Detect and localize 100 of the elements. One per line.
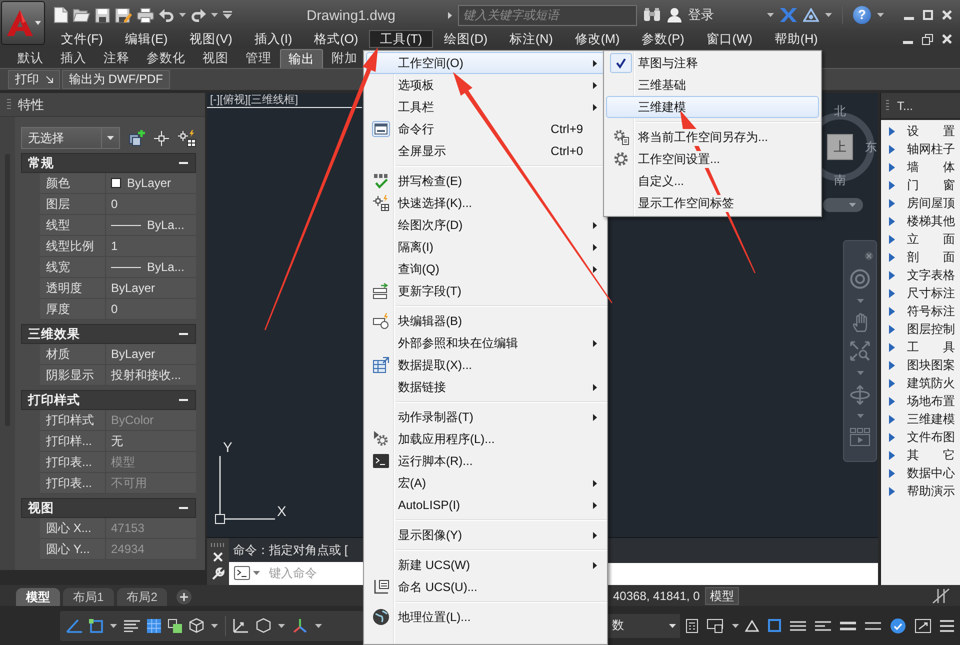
menu-item[interactable]: 三维建模	[606, 96, 819, 118]
steering-wheel-icon[interactable]	[850, 269, 870, 290]
caret-icon[interactable]	[179, 13, 186, 17]
units-dropdown[interactable]: 数	[608, 614, 680, 638]
calculator-icon[interactable]	[686, 618, 698, 632]
ribbon-tab[interactable]: 插入	[60, 49, 86, 68]
menu-item[interactable]: 将当前工作空间另存为...	[606, 126, 819, 148]
ribbon-tab[interactable]: 参数化	[146, 49, 186, 68]
menu-item[interactable]: 查询(Q)	[366, 258, 605, 280]
menu-item[interactable]: 工作空间(O)	[366, 52, 605, 74]
triangle-icon[interactable]	[745, 620, 759, 632]
section-header[interactable]: 打印样式	[21, 390, 196, 410]
undo-icon[interactable]	[159, 8, 174, 22]
menu-item[interactable]: 自定义...	[606, 170, 819, 192]
menu-item[interactable]: 更新字段(T)	[366, 280, 605, 302]
lines-icon[interactable]	[840, 620, 856, 630]
menu-item[interactable]: 隔离(I)	[366, 236, 605, 258]
menu-icon[interactable]	[940, 620, 954, 632]
application-menu-button[interactable]	[1, 1, 45, 45]
tool-category[interactable]: 场地布置	[881, 392, 960, 410]
user-icon[interactable]	[667, 7, 682, 23]
cube-outline-icon[interactable]	[256, 618, 271, 633]
tool-category[interactable]: 剖 面	[881, 248, 960, 266]
tool-category[interactable]: 房间屋顶	[881, 194, 960, 212]
tool-category[interactable]: 三维建模	[881, 410, 960, 428]
selection-dropdown[interactable]: 无选择	[21, 127, 120, 149]
menu-item[interactable]: 文件(F)	[50, 30, 114, 48]
menu-item[interactable]: 外部参照和块在位编辑	[366, 332, 605, 354]
redo-icon[interactable]	[191, 8, 206, 22]
ribbon-tab[interactable]: 视图	[202, 49, 228, 68]
menu-item[interactable]: 绘图(D)	[433, 30, 499, 48]
save-as-icon[interactable]	[115, 8, 132, 22]
tool-category[interactable]: 轴网柱子	[881, 140, 960, 158]
square-icon[interactable]	[768, 619, 781, 632]
check-circle-icon[interactable]	[890, 618, 906, 634]
maximize-icon[interactable]	[923, 10, 933, 20]
add-selection-icon[interactable]	[129, 130, 145, 146]
layout-tab[interactable]: 布局2	[116, 588, 168, 606]
menu-item[interactable]: AutoLISP(I)	[366, 494, 605, 516]
play-screen-icon[interactable]	[850, 428, 870, 446]
hand-icon[interactable]	[852, 312, 868, 332]
menu-item[interactable]: 块编辑器(B)	[366, 310, 605, 332]
menu-item[interactable]: 地理位置(L)...	[366, 606, 605, 628]
gizmo-icon[interactable]	[292, 618, 308, 634]
menu-item[interactable]: 命令行 Ctrl+9	[366, 118, 605, 140]
open-folder-icon[interactable]	[73, 8, 90, 22]
section-header[interactable]: 三维效果	[21, 324, 196, 344]
sign-in-link[interactable]: 登录	[688, 6, 714, 24]
menu-item[interactable]: 数据提取(X)...	[366, 354, 605, 376]
restore-icon[interactable]	[922, 34, 933, 44]
stacked-squares-icon[interactable]	[168, 618, 182, 632]
layout-tab[interactable]: 模型	[16, 588, 60, 606]
lines-icon[interactable]	[790, 620, 806, 630]
tool-category[interactable]: 建筑防火	[881, 374, 960, 392]
menu-item[interactable]: 窗口(W)	[695, 30, 764, 48]
wrench-icon[interactable]	[212, 567, 224, 580]
ribbon-tab[interactable]: 注释	[104, 49, 130, 68]
caret-icon[interactable]	[110, 624, 117, 628]
triangle-icon[interactable]	[803, 8, 819, 22]
menu-item[interactable]: 显示工作空间标签	[606, 192, 819, 214]
tool-category[interactable]: 数据中心	[881, 464, 960, 482]
tool-category[interactable]: 楼梯其他	[881, 212, 960, 230]
tool-category[interactable]: 符号标注	[881, 302, 960, 320]
menu-item[interactable]: 三维基础	[606, 74, 819, 96]
caret-icon[interactable]	[732, 624, 739, 628]
cube-icon[interactable]	[189, 618, 204, 633]
angle-icon[interactable]	[66, 618, 82, 632]
grid-icon[interactable]	[147, 618, 161, 632]
binoculars-icon[interactable]	[643, 8, 661, 22]
save-icon[interactable]	[95, 8, 110, 22]
compass-label[interactable]: 北	[834, 105, 846, 117]
tool-category[interactable]: 设 置	[881, 122, 960, 140]
menu-item[interactable]: 显示图像(Y)	[366, 524, 605, 546]
menu-item[interactable]: 绘图次序(D)	[366, 214, 605, 236]
ucs-dropdown[interactable]	[823, 198, 863, 212]
menu-item[interactable]: 参数(P)	[630, 30, 696, 48]
printer-icon[interactable]	[137, 8, 154, 22]
double-line-icon[interactable]	[865, 622, 881, 630]
orbit-icon[interactable]	[850, 384, 870, 405]
angle-arrow-icon[interactable]	[233, 618, 249, 633]
caret-icon[interactable]	[315, 624, 322, 628]
menu-item[interactable]: 拼写检查(E)	[366, 170, 605, 192]
customize-menu-icon[interactable]	[223, 11, 232, 19]
menu-item[interactable]: 动作录制器(T)	[366, 406, 605, 428]
menu-item[interactable]: 工作空间设置...	[606, 148, 819, 170]
caret-icon[interactable]	[825, 13, 832, 17]
viewport-controls-label[interactable]: [-][俯视][三维线框]	[210, 94, 298, 106]
tool-category[interactable]: 文件布图	[881, 428, 960, 446]
caret-icon[interactable]	[278, 624, 285, 628]
tool-category[interactable]: 工 具	[881, 338, 960, 356]
menu-item[interactable]: 格式(O)	[303, 30, 370, 48]
expand-arrow-icon[interactable]	[448, 12, 452, 18]
tool-category[interactable]: 门 窗	[881, 176, 960, 194]
layout-tab[interactable]: 布局1	[63, 588, 114, 606]
add-layout-icon[interactable]	[176, 589, 192, 605]
menu-item[interactable]: 编辑(E)	[114, 30, 179, 48]
ribbon-tab[interactable]: 默认	[18, 49, 44, 68]
menu-item[interactable]: 标注(N)	[498, 30, 564, 48]
tool-category[interactable]: 图块图案	[881, 356, 960, 374]
menu-item[interactable]: 帮助(H)	[763, 30, 829, 48]
